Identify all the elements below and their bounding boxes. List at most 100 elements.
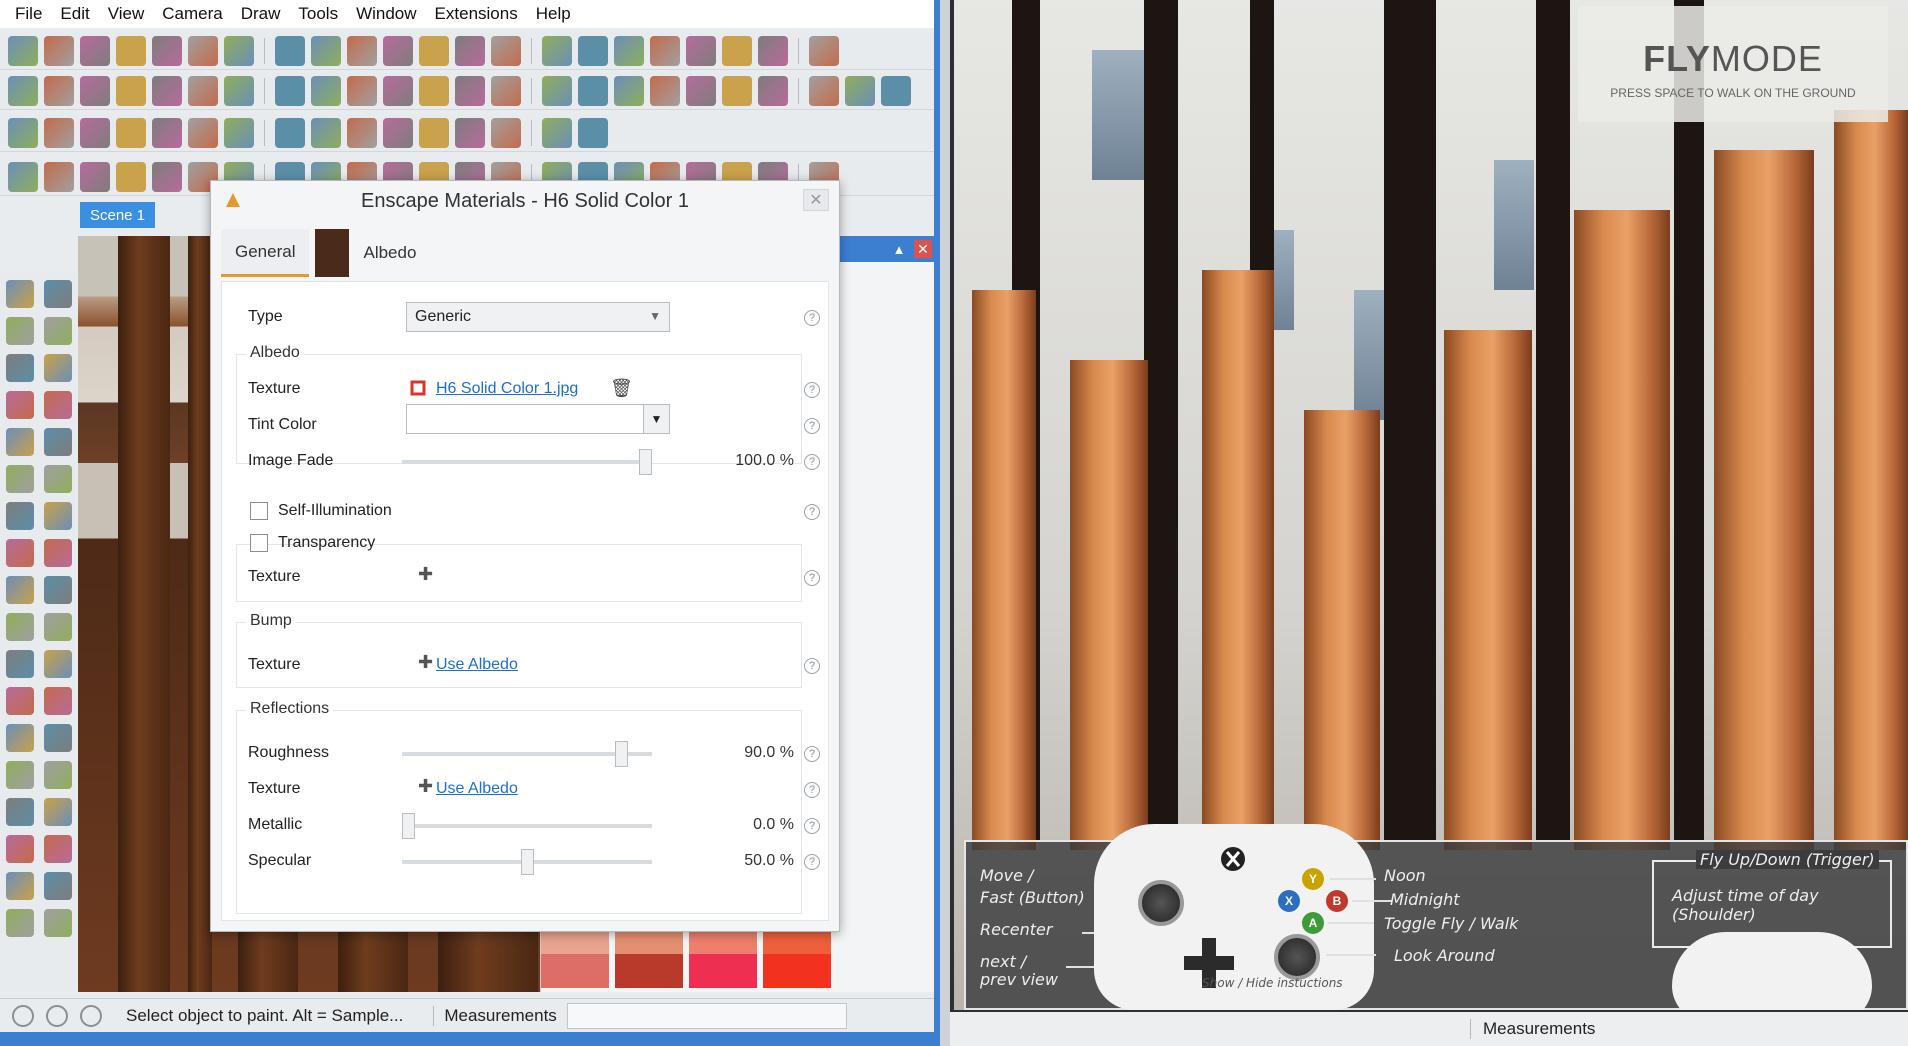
toolbar-tool-icon[interactable] (347, 35, 377, 66)
drawing-tool-icon[interactable] (44, 428, 72, 456)
drawing-tool-icon[interactable] (6, 539, 34, 567)
toolbar-tool-icon[interactable] (419, 75, 449, 106)
drawing-tool-icon[interactable] (6, 280, 34, 308)
add-texture-icon[interactable]: ✚ (418, 776, 433, 797)
drawing-tool-icon[interactable] (44, 539, 72, 567)
chevron-down-icon[interactable]: ▼ (643, 405, 669, 433)
toolbar-tool-icon[interactable] (455, 117, 485, 148)
toolbar-tool-icon[interactable] (275, 75, 305, 106)
toolbar-tool-icon[interactable] (578, 75, 608, 106)
drawing-tool-icon[interactable] (6, 761, 34, 789)
drawing-tool-icon[interactable] (44, 317, 72, 345)
bump-use-albedo-link[interactable]: Use Albedo (436, 656, 518, 674)
toolbar-tool-icon[interactable] (383, 117, 413, 148)
render-viewport[interactable]: FLYMODE PRESS SPACE TO WALK ON THE GROUN… (954, 0, 1908, 1010)
toolbar-tool-icon[interactable] (650, 35, 680, 66)
menu-help[interactable]: Help (527, 4, 580, 24)
toolbar-tool-icon[interactable] (8, 161, 38, 192)
drawing-tool-icon[interactable] (44, 613, 72, 641)
drawing-tool-icon[interactable] (6, 465, 34, 493)
toolbar-tool-icon[interactable] (758, 35, 788, 66)
close-icon[interactable]: ✕ (914, 240, 932, 258)
toolbar-tool-icon[interactable] (275, 35, 305, 66)
slider-thumb[interactable] (639, 449, 652, 475)
toolbar-tool-icon[interactable] (809, 35, 839, 66)
toolbar-tool-icon[interactable] (44, 161, 74, 192)
menu-edit[interactable]: Edit (51, 4, 98, 24)
toolbar-tool-icon[interactable] (8, 117, 38, 148)
toolbar-tool-icon[interactable] (722, 75, 752, 106)
toolbar-tool-icon[interactable] (491, 117, 521, 148)
drawing-tool-icon[interactable] (6, 428, 34, 456)
toolbar-tool-icon[interactable] (8, 35, 38, 66)
user-icon[interactable] (80, 1004, 102, 1027)
toolbar-tool-icon[interactable] (383, 75, 413, 106)
help-icon[interactable]: ? (804, 418, 820, 434)
drawing-tool-icon[interactable] (6, 391, 34, 419)
help-icon[interactable]: ? (804, 782, 820, 798)
help-icon[interactable]: ? (804, 504, 820, 520)
toolbar-tool-icon[interactable] (152, 117, 182, 148)
drawing-tool-icon[interactable] (44, 502, 72, 530)
measurements-input[interactable] (566, 1002, 847, 1029)
geo-location-icon[interactable] (12, 1004, 34, 1027)
toolbar-tool-icon[interactable] (455, 75, 485, 106)
menu-file[interactable]: File (6, 4, 51, 24)
menu-window[interactable]: Window (347, 4, 425, 24)
toolbar-tool-icon[interactable] (542, 35, 572, 66)
albedo-texture-link[interactable]: H6 Solid Color 1.jpg (436, 380, 578, 398)
material-swatch[interactable] (763, 954, 831, 988)
toolbar-tool-icon[interactable] (80, 75, 110, 106)
toolbar-tool-icon[interactable] (686, 75, 716, 106)
toolbar-tool-icon[interactable] (152, 35, 182, 66)
drawing-tool-icon[interactable] (6, 872, 34, 900)
close-icon[interactable]: ✕ (803, 189, 829, 211)
roughness-slider[interactable] (402, 741, 652, 767)
drawing-tool-icon[interactable] (6, 650, 34, 678)
toolbar-tool-icon[interactable] (758, 75, 788, 106)
drawing-tool-icon[interactable] (6, 613, 34, 641)
toolbar-tool-icon[interactable] (188, 117, 218, 148)
tab-general[interactable]: General (221, 229, 310, 277)
toolbar-tool-icon[interactable] (419, 117, 449, 148)
credits-icon[interactable] (46, 1004, 68, 1027)
trash-icon[interactable]: 🗑 (610, 378, 633, 399)
specular-slider[interactable] (402, 849, 652, 875)
toolbar-tool-icon[interactable] (614, 75, 644, 106)
reflection-use-albedo-link[interactable]: Use Albedo (436, 780, 518, 798)
toolbar-tool-icon[interactable] (311, 75, 341, 106)
toolbar-tool-icon[interactable] (275, 117, 305, 148)
toolbar-tool-icon[interactable] (578, 117, 608, 148)
material-swatch[interactable] (541, 954, 609, 988)
toolbar-tool-icon[interactable] (224, 117, 254, 148)
toolbar-tool-icon[interactable] (542, 117, 572, 148)
tint-color-picker[interactable]: ▼ (406, 404, 670, 434)
metallic-slider[interactable] (402, 813, 652, 839)
drawing-tool-icon[interactable] (44, 650, 72, 678)
toolbar-tool-icon[interactable] (44, 117, 74, 148)
toolbar-tool-icon[interactable] (152, 161, 182, 192)
drawing-tool-icon[interactable] (44, 576, 72, 604)
drawing-tool-icon[interactable] (44, 687, 72, 715)
toolbar-tool-icon[interactable] (116, 75, 146, 106)
drawing-tool-icon[interactable] (6, 576, 34, 604)
menu-tools[interactable]: Tools (289, 4, 347, 24)
toolbar-tool-icon[interactable] (44, 75, 74, 106)
add-texture-icon[interactable]: ✚ (418, 564, 433, 585)
drawing-tool-icon[interactable] (6, 835, 34, 863)
menu-extensions[interactable]: Extensions (426, 4, 527, 24)
drawing-tool-icon[interactable] (44, 909, 72, 937)
toolbar-tool-icon[interactable] (8, 75, 38, 106)
toolbar-tool-icon[interactable] (722, 35, 752, 66)
toolbar-tool-icon[interactable] (116, 161, 146, 192)
toolbar-tool-icon[interactable] (116, 35, 146, 66)
image-fade-slider[interactable] (402, 449, 652, 475)
toolbar-tool-icon[interactable] (224, 35, 254, 66)
toolbar-tool-icon[interactable] (347, 117, 377, 148)
drawing-tool-icon[interactable] (44, 835, 72, 863)
toolbar-tool-icon[interactable] (347, 75, 377, 106)
drawing-tool-icon[interactable] (6, 502, 34, 530)
pin-icon[interactable]: ▲ (890, 240, 908, 258)
slider-thumb[interactable] (520, 849, 534, 875)
toolbar-tool-icon[interactable] (188, 75, 218, 106)
